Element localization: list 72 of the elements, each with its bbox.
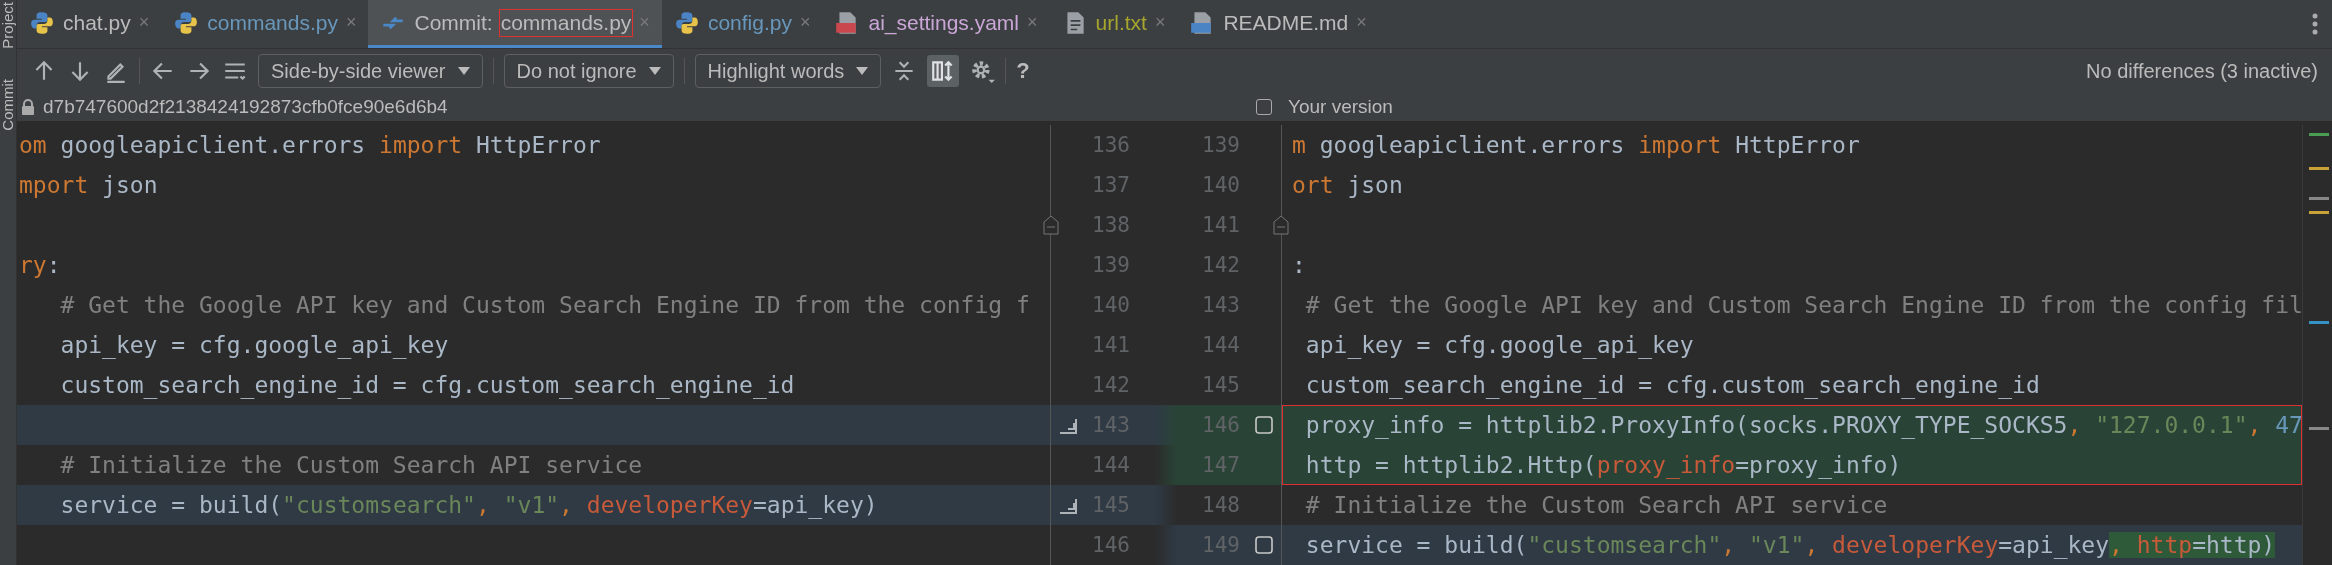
line-number: 140	[1201, 173, 1241, 197]
line-number: 139	[1201, 133, 1241, 157]
code-line: # Get the Google API key and Custom Search Engine ID from the config fil	[1281, 285, 2302, 325]
close-icon[interactable]: ×	[1027, 12, 1038, 33]
caret-icon	[457, 67, 470, 75]
checkbox[interactable]	[1254, 415, 1274, 435]
close-icon[interactable]: ×	[799, 12, 811, 33]
editor-tab[interactable]: Commit: commands.py ×	[368, 0, 662, 48]
editor-tab[interactable]: config.py ×	[661, 0, 823, 48]
line-number: 145	[1201, 373, 1241, 397]
revision-hash: d7b747600d2f2138424192873cfb0fce90e6d6b4	[43, 96, 448, 118]
line-number: 141	[1091, 333, 1131, 357]
version-label: Your version	[1288, 96, 1393, 118]
code-line: api_key = cfg.google_api_key	[17, 325, 1051, 365]
dropdown[interactable]: Side-by-side viewer	[258, 54, 483, 88]
checkbox[interactable]	[1256, 99, 1272, 115]
code-line: ort json	[1281, 165, 2302, 205]
code-line: mport json	[17, 165, 1051, 205]
tab-label: chat.py	[63, 10, 131, 35]
tab-file-name: commands.py	[500, 10, 632, 35]
code-line: # Get the Google API key and Custom Search Engine ID from the config f	[17, 285, 1051, 325]
tab-label: ai_settings.yaml	[868, 10, 1020, 35]
side-tool-tab[interactable]: Commit	[0, 78, 16, 131]
python-file-icon	[29, 9, 55, 36]
fold-icon[interactable]	[1043, 215, 1059, 235]
checkbox[interactable]	[1254, 535, 1274, 555]
code-line: :	[1281, 245, 2302, 285]
close-icon[interactable]: ×	[1154, 12, 1166, 33]
code-line: om googleapiclient.errors import HttpError	[17, 125, 1051, 165]
python-file-icon	[173, 9, 200, 36]
lock-icon	[21, 99, 35, 115]
dropdown[interactable]: Highlight words	[694, 54, 882, 88]
close-icon[interactable]: ×	[345, 12, 357, 33]
editor-tab[interactable]: commands.py ×	[161, 0, 369, 48]
line-number: 142	[1201, 253, 1241, 277]
caret-icon	[856, 67, 869, 75]
tab-label: commands.py	[207, 10, 338, 35]
editor-tab[interactable]: README.md ×	[1177, 0, 1379, 48]
line-number: 139	[1091, 253, 1131, 277]
code-line: api_key = cfg.google_api_key	[1281, 325, 2302, 365]
line-number: 144	[1091, 453, 1131, 477]
editor-tab[interactable]: url.txt ×	[1049, 0, 1178, 48]
tab-label: README.md	[1223, 10, 1349, 35]
line-number: 144	[1201, 333, 1241, 357]
close-icon[interactable]: ×	[138, 12, 150, 33]
line-number: 142	[1091, 373, 1131, 397]
line-number: 148	[1201, 493, 1241, 517]
line-number: 143	[1201, 293, 1241, 317]
dropdown[interactable]: Do not ignore	[503, 54, 674, 88]
line-number: 137	[1091, 173, 1131, 197]
python-file-icon	[673, 9, 700, 36]
line-number: 136	[1091, 133, 1131, 157]
side-by-side-icon[interactable]	[927, 55, 960, 87]
editor-tab[interactable]: chat.py ×	[17, 0, 162, 48]
editor-tab[interactable]: ai_settings.yaml ×	[822, 0, 1050, 48]
tab-label: config.py	[707, 10, 792, 35]
line-number: 140	[1091, 293, 1131, 317]
side-tool-tab[interactable]: Project	[0, 2, 16, 49]
tab-label: Commit:	[414, 10, 493, 35]
diff-status: No differences (3 inactive)	[2086, 59, 2318, 83]
fold-icon[interactable]	[1273, 215, 1289, 235]
line-number: 146	[1091, 533, 1131, 557]
line-number: 138	[1091, 213, 1131, 237]
tab-label: url.txt	[1095, 10, 1147, 35]
more-icon[interactable]	[2312, 12, 2318, 36]
caret-icon	[648, 67, 661, 75]
settings-icon[interactable]	[969, 58, 996, 84]
close-icon[interactable]: ×	[1356, 12, 1367, 33]
code-line: ry:	[17, 245, 1051, 285]
help-button[interactable]: ?	[1016, 58, 1030, 84]
line-number: 141	[1201, 213, 1241, 237]
code-line: m googleapiclient.errors import HttpError	[1281, 125, 2302, 165]
